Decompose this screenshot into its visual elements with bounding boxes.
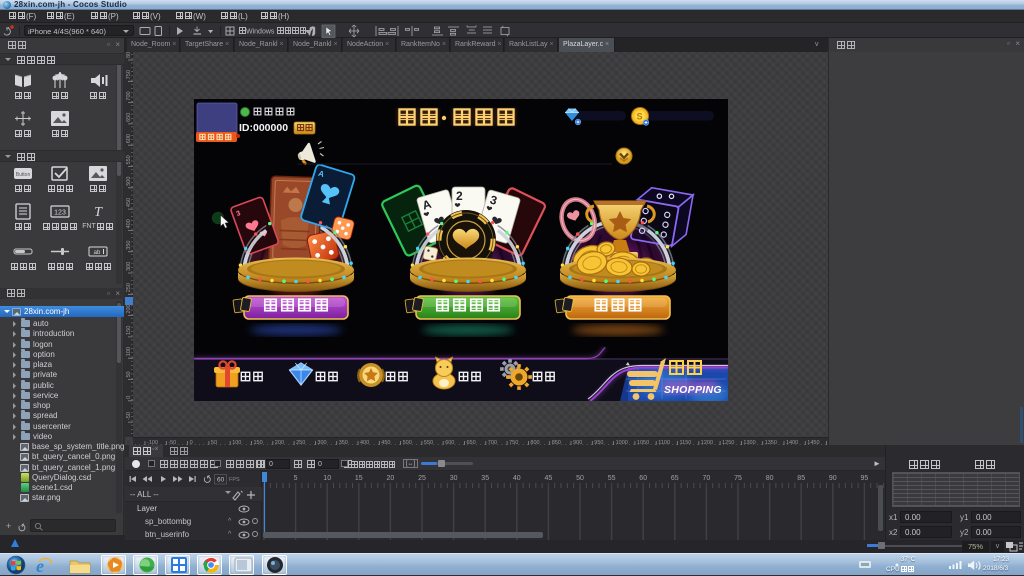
svg-text:60: 60 (217, 477, 225, 484)
svg-text:123: 123 (54, 210, 66, 217)
svg-text:20: 20 (387, 475, 395, 482)
svg-text:250: 250 (126, 283, 132, 292)
svg-text:ab: ab (94, 250, 101, 256)
svg-text:S: S (637, 112, 643, 122)
svg-text:40: 40 (513, 475, 521, 482)
svg-text:Button: Button (16, 172, 31, 178)
svg-text:T: T (94, 205, 103, 220)
svg-text:15: 15 (355, 475, 363, 482)
svg-text:70: 70 (703, 475, 711, 482)
svg-text:ID:000000: ID:000000 (239, 122, 288, 134)
svg-text:50: 50 (576, 475, 584, 482)
svg-text:600: 600 (126, 134, 132, 143)
svg-text:90: 90 (829, 475, 837, 482)
svg-text:-50: -50 (126, 412, 132, 420)
svg-text:50: 50 (126, 371, 132, 377)
svg-text:700: 700 (126, 91, 132, 100)
svg-text:25: 25 (418, 475, 426, 482)
svg-text:750: 750 (126, 70, 132, 79)
svg-text:300: 300 (126, 262, 132, 271)
svg-text:2: 2 (456, 189, 463, 203)
svg-text:75: 75 (734, 475, 742, 482)
svg-text:80: 80 (766, 475, 774, 482)
svg-text:400: 400 (126, 219, 132, 228)
svg-text:550: 550 (126, 155, 132, 164)
svg-text:350: 350 (126, 241, 132, 250)
svg-text:150: 150 (126, 326, 132, 335)
svg-text:FPS: FPS (229, 477, 240, 483)
svg-text:500: 500 (126, 177, 132, 186)
svg-text:30: 30 (450, 475, 458, 482)
svg-text:10: 10 (323, 475, 331, 482)
svg-text:200: 200 (126, 304, 132, 313)
svg-text:650: 650 (126, 113, 132, 122)
svg-text:Windows: Windows (246, 29, 275, 36)
svg-text:SHOPPING: SHOPPING (664, 384, 722, 396)
svg-text:95: 95 (861, 475, 869, 482)
svg-text:55: 55 (608, 475, 616, 482)
svg-text:800: 800 (126, 52, 132, 58)
svg-text:85: 85 (797, 475, 805, 482)
svg-text:35: 35 (481, 475, 489, 482)
svg-text:45: 45 (545, 475, 553, 482)
svg-text:0: 0 (126, 396, 132, 399)
svg-text:450: 450 (126, 198, 132, 207)
svg-text:60: 60 (639, 475, 647, 482)
svg-text:65: 65 (671, 475, 679, 482)
svg-text:5: 5 (294, 475, 298, 482)
svg-text:100: 100 (126, 347, 132, 356)
